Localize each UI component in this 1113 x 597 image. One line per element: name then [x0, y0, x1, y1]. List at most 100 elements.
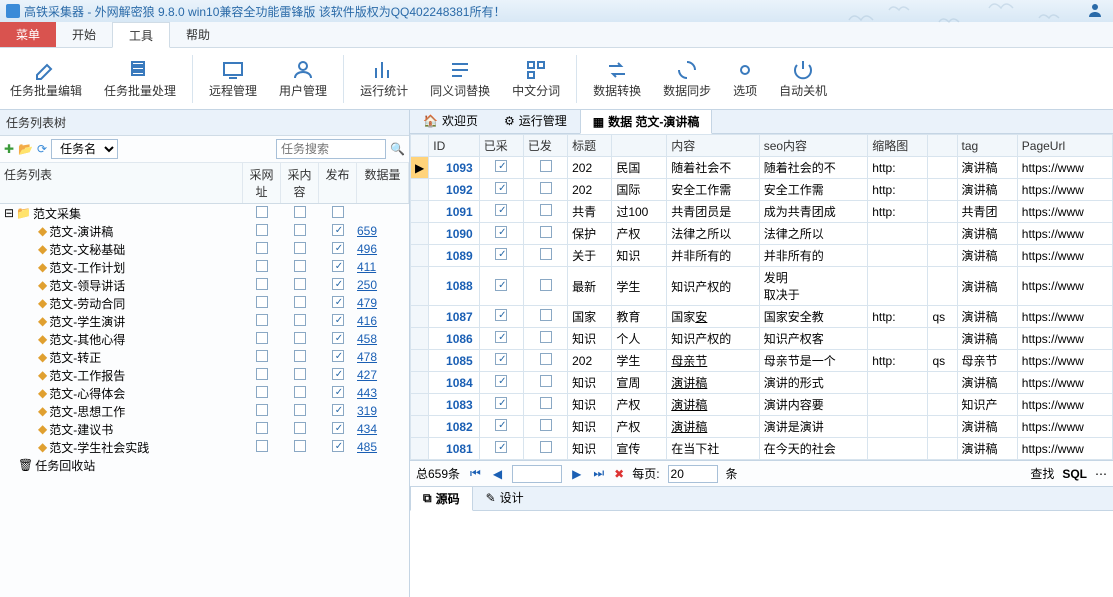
tree-item[interactable]: ◆范文-劳动合同479: [0, 294, 409, 312]
task-icon: ◆: [38, 422, 47, 436]
tree-root[interactable]: ⊟📁范文采集: [0, 204, 409, 222]
count-link[interactable]: 411: [357, 260, 376, 274]
design-icon: ✎: [486, 491, 496, 505]
row-pointer: [411, 328, 429, 350]
count-link[interactable]: 458: [357, 332, 377, 346]
menu-tab-0[interactable]: 开始: [56, 22, 112, 47]
doc-tab[interactable]: ▦数据 范文-演讲稿: [580, 109, 713, 134]
count-link[interactable]: 496: [357, 242, 377, 256]
ribbon-edit[interactable]: 任务批量编辑: [0, 54, 92, 103]
ribbon-synonym[interactable]: 同义词替换: [420, 54, 500, 103]
tree-item[interactable]: ◆范文-思想工作319: [0, 402, 409, 420]
next-page-icon[interactable]: ▶: [570, 467, 583, 481]
tree-item[interactable]: ◆范文-学生演讲416: [0, 312, 409, 330]
table-row[interactable]: 1082知识产权演讲稿演讲是演讲演讲稿https://www: [411, 416, 1113, 438]
table-row[interactable]: 1086知识个人知识产权的知识产权客演讲稿https://www: [411, 328, 1113, 350]
tree-item[interactable]: ◆范文-建议书434: [0, 420, 409, 438]
tree-item[interactable]: ◆范文-领导讲话250: [0, 276, 409, 294]
power-icon: [791, 58, 815, 82]
menu-tab-1[interactable]: 工具: [112, 22, 170, 48]
first-page-icon[interactable]: ⏮: [468, 466, 483, 481]
tree-item[interactable]: ◆范文-工作计划411: [0, 258, 409, 276]
count-link[interactable]: 434: [357, 422, 377, 436]
ribbon-user[interactable]: 用户管理: [269, 54, 337, 103]
table-row[interactable]: 1091共青过100共青团员是成为共青团成http:共青团https://www: [411, 201, 1113, 223]
menu-tab-2[interactable]: 帮助: [170, 22, 226, 47]
find-link[interactable]: 查找: [1030, 465, 1054, 482]
last-page-icon[interactable]: ⏭: [591, 466, 606, 481]
search-icon[interactable]: 🔍: [390, 142, 405, 156]
table-row[interactable]: 1089关于知识并非所有的并非所有的演讲稿https://www: [411, 245, 1113, 267]
table-row[interactable]: 1090保护产权法律之所以法律之所以演讲稿https://www: [411, 223, 1113, 245]
doc-tab[interactable]: ⚙运行管理: [491, 108, 580, 133]
count-link[interactable]: 250: [357, 278, 377, 292]
row-pointer: [411, 245, 429, 267]
tree-item[interactable]: ◆范文-学生社会实践485: [0, 438, 409, 456]
data-grid[interactable]: ID已采已发标题内容seo内容缩略图tagPageUrl▶1093202民国随着…: [410, 134, 1113, 461]
count-link[interactable]: 659: [357, 224, 377, 238]
table-row[interactable]: 1085202学生母亲节母亲节是一个http:qs母亲节https://www: [411, 350, 1113, 372]
ribbon-sync[interactable]: 数据同步: [653, 54, 721, 103]
page-input[interactable]: [512, 465, 562, 483]
filter-combo[interactable]: 任务名: [51, 139, 118, 159]
tree-item[interactable]: ◆范文-文秘基础496: [0, 240, 409, 258]
menu-main[interactable]: 菜单: [0, 22, 56, 47]
refresh-icon[interactable]: ⟳: [37, 142, 47, 156]
per-page-input[interactable]: [668, 465, 718, 483]
table-row[interactable]: ▶1093202民国随着社会不随着社会的不http:演讲稿https://www: [411, 157, 1113, 179]
minus-icon[interactable]: ⊟: [4, 206, 14, 220]
folder-icon: 📁: [16, 206, 31, 220]
home-icon: 🏠: [423, 114, 438, 128]
synonym-icon: [448, 58, 472, 82]
table-row[interactable]: 1084知识宣周演讲稿演讲的形式演讲稿https://www: [411, 372, 1113, 394]
recycle-bin[interactable]: 🗑任务回收站: [0, 456, 409, 474]
count-link[interactable]: 319: [357, 404, 377, 418]
task-search-input[interactable]: [276, 139, 386, 159]
count-link[interactable]: 416: [357, 314, 377, 328]
code-icon: ⧉: [423, 491, 432, 506]
table-row[interactable]: 1088最新学生知识产权的发明取决于演讲稿https://www: [411, 267, 1113, 306]
remote-icon: [221, 58, 245, 82]
table-row[interactable]: 1092202国际安全工作需安全工作需http:演讲稿https://www: [411, 179, 1113, 201]
bottom-tab-code[interactable]: ⧉源码: [410, 486, 473, 511]
prev-page-icon[interactable]: ◀: [491, 467, 504, 481]
tree-item[interactable]: ◆范文-心得体会443: [0, 384, 409, 402]
table-row[interactable]: 1081知识宣传在当下社在今天的社会演讲稿https://www: [411, 438, 1113, 460]
count-link[interactable]: 427: [357, 368, 377, 382]
titlebar: 高铁采集器 - 外网解密狼 9.8.0 win10兼容全功能雷锋版 该软件版权为…: [0, 0, 1113, 22]
table-row[interactable]: 1083知识产权演讲稿演讲内容要知识产https://www: [411, 394, 1113, 416]
folder-open-icon[interactable]: 📂: [18, 142, 33, 156]
ribbon-remote[interactable]: 远程管理: [199, 54, 267, 103]
more-icon[interactable]: ⋯: [1095, 467, 1107, 481]
ribbon-power[interactable]: 自动关机: [769, 54, 837, 103]
ribbon-settings[interactable]: 选项: [723, 54, 767, 103]
ribbon-batch[interactable]: 任务批量处理: [94, 54, 186, 103]
count-link[interactable]: 485: [357, 440, 377, 454]
row-pointer: ▶: [411, 157, 429, 179]
stop-icon[interactable]: ✖: [614, 467, 624, 481]
convert-icon: [605, 58, 629, 82]
ribbon-stats[interactable]: 运行统计: [350, 54, 418, 103]
ribbon-convert[interactable]: 数据转换: [583, 54, 651, 103]
count-link[interactable]: 479: [357, 296, 377, 310]
task-icon: ◆: [38, 350, 47, 364]
tree-item[interactable]: ◆范文-工作报告427: [0, 366, 409, 384]
count-link[interactable]: 443: [357, 386, 377, 400]
table-row[interactable]: 1087国家教育国家安国家安全教http:qs演讲稿https://www: [411, 306, 1113, 328]
add-icon[interactable]: ✚: [4, 142, 14, 156]
segment-icon: [524, 58, 548, 82]
tree-item[interactable]: ◆范文-演讲稿659: [0, 222, 409, 240]
ribbon-segment[interactable]: 中文分词: [502, 54, 570, 103]
panel-toolbar: ✚ 📂 ⟳ 任务名 🔍: [0, 136, 409, 163]
bottom-tab-design[interactable]: ✎设计: [473, 485, 537, 510]
trash-icon: 🗑: [18, 458, 33, 472]
task-icon: ◆: [38, 224, 47, 238]
task-icon: ◆: [38, 260, 47, 274]
doc-tab[interactable]: 🏠欢迎页: [410, 108, 491, 133]
tree-item[interactable]: ◆范文-其他心得458: [0, 330, 409, 348]
sql-link[interactable]: SQL: [1062, 467, 1087, 481]
tree-item[interactable]: ◆范文-转正478: [0, 348, 409, 366]
row-pointer: [411, 306, 429, 328]
count-link[interactable]: 478: [357, 350, 377, 364]
user-icon[interactable]: [1087, 2, 1107, 21]
